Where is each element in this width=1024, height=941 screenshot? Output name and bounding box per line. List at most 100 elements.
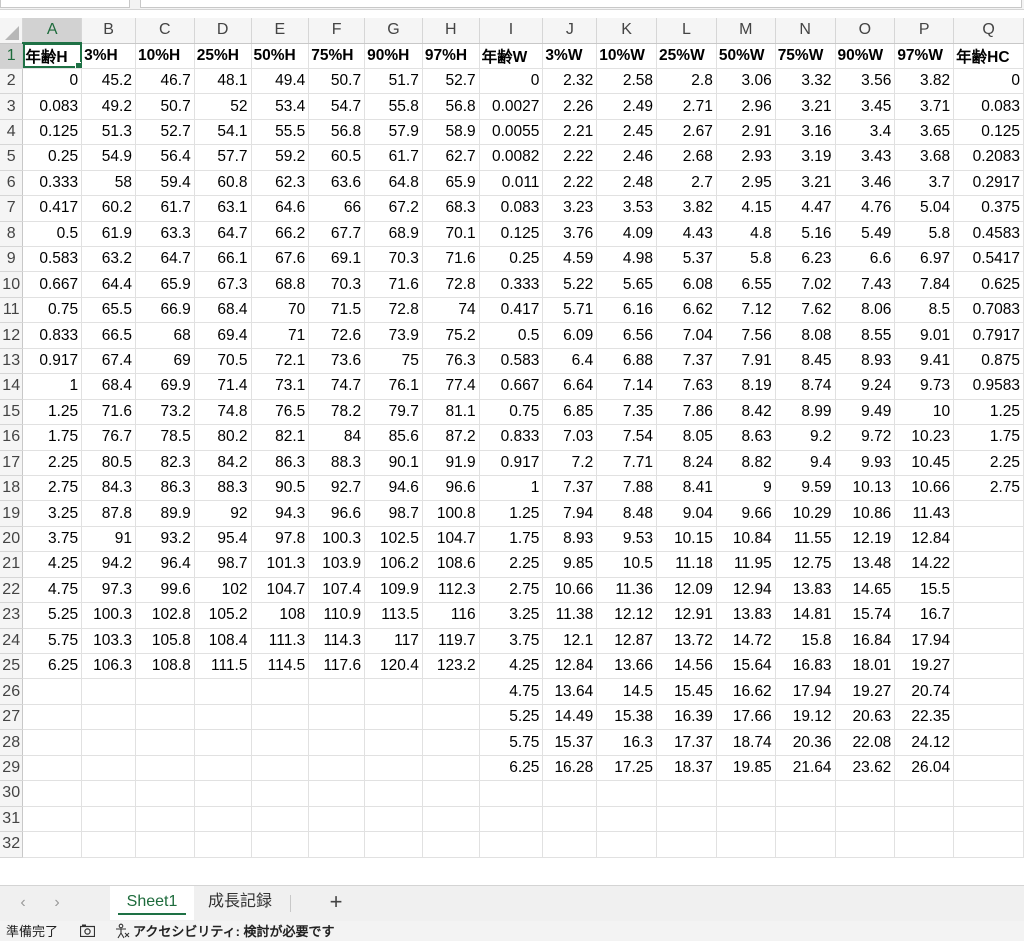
cell-b10[interactable]: 64.4 bbox=[81, 271, 136, 298]
cell-g6[interactable]: 64.8 bbox=[364, 170, 423, 197]
cell-j3[interactable]: 2.26 bbox=[542, 93, 598, 120]
cell-q18[interactable]: 2.75 bbox=[953, 475, 1024, 502]
cell-i10[interactable]: 0.333 bbox=[479, 271, 544, 298]
cell-n23[interactable]: 14.81 bbox=[775, 602, 836, 629]
cell-f14[interactable]: 74.7 bbox=[308, 373, 366, 400]
row-header[interactable]: 1 bbox=[0, 43, 24, 69]
cell-h12[interactable]: 75.2 bbox=[422, 322, 480, 349]
column-header-f[interactable]: F bbox=[308, 18, 366, 44]
cell-c27[interactable] bbox=[135, 704, 195, 731]
cell-b29[interactable] bbox=[81, 755, 136, 782]
cell-n25[interactable]: 16.83 bbox=[775, 653, 836, 680]
cell-g19[interactable]: 98.7 bbox=[364, 500, 423, 527]
cell-a31[interactable] bbox=[22, 806, 83, 833]
cell-k11[interactable]: 6.16 bbox=[596, 297, 658, 324]
cell-d19[interactable]: 92 bbox=[194, 500, 252, 527]
cell-l27[interactable]: 16.39 bbox=[656, 704, 717, 731]
cell-i21[interactable]: 2.25 bbox=[479, 551, 544, 578]
cell-o26[interactable]: 19.27 bbox=[835, 678, 896, 705]
cell-m28[interactable]: 18.74 bbox=[716, 729, 776, 756]
cell-f2[interactable]: 50.7 bbox=[308, 68, 366, 95]
cell-h15[interactable]: 81.1 bbox=[422, 399, 480, 426]
cell-e24[interactable]: 111.3 bbox=[251, 628, 310, 655]
cell-b3[interactable]: 49.2 bbox=[81, 93, 136, 120]
cell-h30[interactable] bbox=[422, 780, 480, 807]
column-header-j[interactable]: J bbox=[542, 18, 598, 44]
cell-g8[interactable]: 68.9 bbox=[364, 221, 423, 248]
cell-q27[interactable] bbox=[953, 704, 1024, 731]
cell-j4[interactable]: 2.21 bbox=[542, 119, 598, 146]
cell-p12[interactable]: 9.01 bbox=[894, 322, 955, 349]
cell-j24[interactable]: 12.1 bbox=[542, 628, 598, 655]
cell-o24[interactable]: 16.84 bbox=[835, 628, 896, 655]
cell-d27[interactable] bbox=[194, 704, 252, 731]
cell-n3[interactable]: 3.21 bbox=[775, 93, 836, 120]
cell-g25[interactable]: 120.4 bbox=[364, 653, 423, 680]
cell-c31[interactable] bbox=[135, 806, 195, 833]
cell-b19[interactable]: 87.8 bbox=[81, 500, 136, 527]
column-header-l[interactable]: L bbox=[656, 18, 717, 44]
cell-k2[interactable]: 2.58 bbox=[596, 68, 658, 95]
cell-n26[interactable]: 17.94 bbox=[775, 678, 836, 705]
cell-e16[interactable]: 82.1 bbox=[251, 424, 310, 451]
cell-q6[interactable]: 0.2917 bbox=[953, 170, 1024, 197]
cell-a13[interactable]: 0.917 bbox=[22, 348, 83, 375]
cell-a28[interactable] bbox=[22, 729, 83, 756]
cell-m20[interactable]: 10.84 bbox=[716, 526, 776, 553]
cell-k1[interactable]: 10%W bbox=[596, 43, 658, 69]
cell-k9[interactable]: 4.98 bbox=[596, 246, 658, 273]
cell-k13[interactable]: 6.88 bbox=[596, 348, 658, 375]
cell-n9[interactable]: 6.23 bbox=[775, 246, 836, 273]
cell-k31[interactable] bbox=[596, 806, 658, 833]
fill-handle[interactable] bbox=[75, 61, 81, 68]
cell-o13[interactable]: 8.93 bbox=[835, 348, 896, 375]
cell-i31[interactable] bbox=[479, 806, 544, 833]
cell-n10[interactable]: 7.02 bbox=[775, 271, 836, 298]
cell-p29[interactable]: 26.04 bbox=[894, 755, 955, 782]
cell-d11[interactable]: 68.4 bbox=[194, 297, 252, 324]
cell-c13[interactable]: 69 bbox=[135, 348, 195, 375]
cell-b30[interactable] bbox=[81, 780, 136, 807]
cell-n12[interactable]: 8.08 bbox=[775, 322, 836, 349]
cell-o4[interactable]: 3.4 bbox=[835, 119, 896, 146]
cell-q1[interactable]: 年齢HC bbox=[953, 43, 1024, 69]
cell-n7[interactable]: 4.47 bbox=[775, 195, 836, 222]
cell-i26[interactable]: 4.75 bbox=[479, 678, 544, 705]
cell-m10[interactable]: 6.55 bbox=[716, 271, 776, 298]
cell-q28[interactable] bbox=[953, 729, 1024, 756]
cell-h14[interactable]: 77.4 bbox=[422, 373, 480, 400]
cell-k7[interactable]: 3.53 bbox=[596, 195, 658, 222]
column-header-m[interactable]: M bbox=[716, 18, 776, 44]
row-header[interactable]: 15 bbox=[0, 399, 24, 426]
cell-c19[interactable]: 89.9 bbox=[135, 500, 195, 527]
cell-j9[interactable]: 4.59 bbox=[542, 246, 598, 273]
cell-d30[interactable] bbox=[194, 780, 252, 807]
cell-p24[interactable]: 17.94 bbox=[894, 628, 955, 655]
cell-a23[interactable]: 5.25 bbox=[22, 602, 83, 629]
cell-h24[interactable]: 119.7 bbox=[422, 628, 480, 655]
cell-a7[interactable]: 0.417 bbox=[22, 195, 83, 222]
cell-l12[interactable]: 7.04 bbox=[656, 322, 717, 349]
cell-a18[interactable]: 2.75 bbox=[22, 475, 83, 502]
cell-m27[interactable]: 17.66 bbox=[716, 704, 776, 731]
cell-o19[interactable]: 10.86 bbox=[835, 500, 896, 527]
cell-l9[interactable]: 5.37 bbox=[656, 246, 717, 273]
cell-k23[interactable]: 12.12 bbox=[596, 602, 658, 629]
cell-c12[interactable]: 68 bbox=[135, 322, 195, 349]
cell-h19[interactable]: 100.8 bbox=[422, 500, 480, 527]
cell-k15[interactable]: 7.35 bbox=[596, 399, 658, 426]
cell-b21[interactable]: 94.2 bbox=[81, 551, 136, 578]
cell-a21[interactable]: 4.25 bbox=[22, 551, 83, 578]
cell-g1[interactable]: 90%H bbox=[364, 43, 423, 69]
cell-j12[interactable]: 6.09 bbox=[542, 322, 598, 349]
cell-i29[interactable]: 6.25 bbox=[479, 755, 544, 782]
cell-j8[interactable]: 3.76 bbox=[542, 221, 598, 248]
cell-a9[interactable]: 0.583 bbox=[22, 246, 83, 273]
cell-b17[interactable]: 80.5 bbox=[81, 450, 136, 476]
cell-p20[interactable]: 12.84 bbox=[894, 526, 955, 553]
cell-n11[interactable]: 7.62 bbox=[775, 297, 836, 324]
cell-c1[interactable]: 10%H bbox=[135, 43, 195, 69]
cell-h29[interactable] bbox=[422, 755, 480, 782]
cell-n1[interactable]: 75%W bbox=[775, 43, 836, 69]
cell-k17[interactable]: 7.71 bbox=[596, 450, 658, 476]
